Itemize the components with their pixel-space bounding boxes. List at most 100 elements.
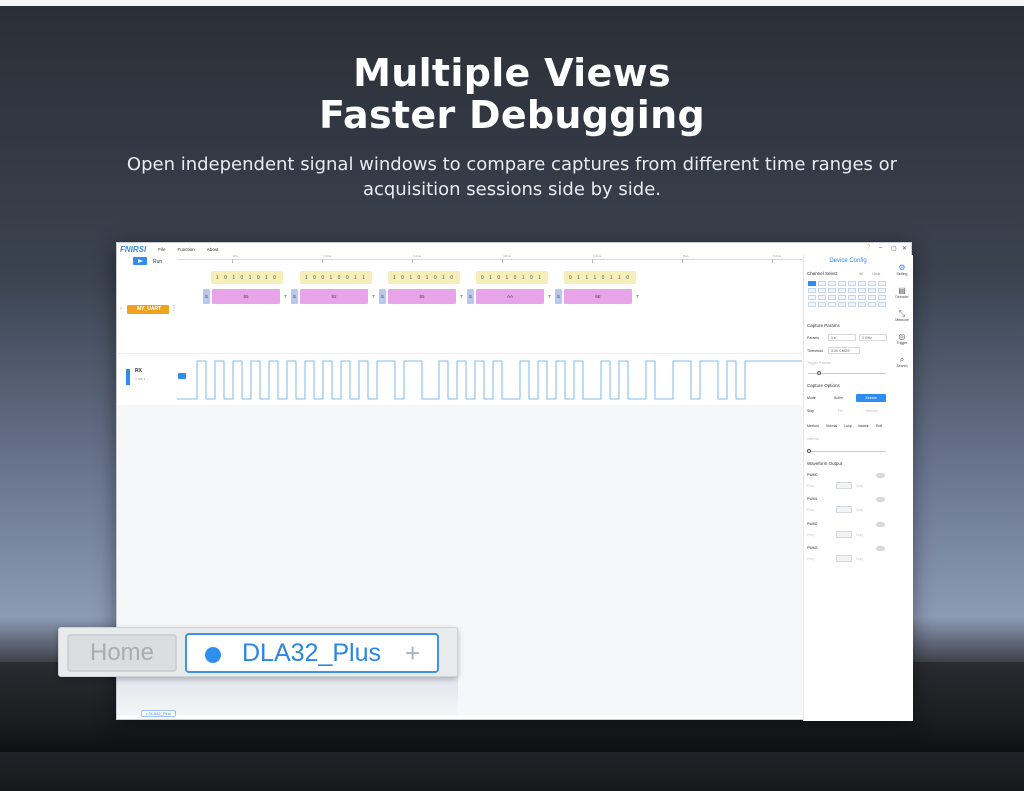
tool-measure[interactable]: ⤡ Measure: [891, 309, 913, 322]
channel-cell[interactable]: [838, 281, 846, 286]
ruler-label: 3.2ms: [413, 254, 422, 258]
channel-cell[interactable]: [848, 288, 856, 293]
pwm2-freq-input[interactable]: [836, 531, 852, 538]
pwm3-freq-input[interactable]: [836, 555, 852, 562]
pwm3-toggle[interactable]: [876, 546, 885, 551]
bit-group: 0 1 0 1 0 1 0 1: [476, 271, 548, 284]
channel-cell[interactable]: [838, 295, 846, 300]
channel-cell[interactable]: [878, 281, 886, 286]
mode-buffer-option[interactable]: Buffer: [834, 396, 843, 400]
channel-cell[interactable]: [868, 302, 876, 307]
channel-cell[interactable]: [858, 288, 866, 293]
bit-group: 1 0 0 1 0 0 1 1: [300, 271, 372, 284]
pwm0-toggle[interactable]: [876, 473, 885, 478]
channel-cell[interactable]: [878, 295, 886, 300]
trigger-position-slider[interactable]: [808, 371, 886, 375]
channel-cell[interactable]: [818, 281, 826, 286]
pwm2-toggle[interactable]: [876, 522, 885, 527]
search-icon: ⌕: [899, 355, 905, 364]
slider-knob[interactable]: [807, 449, 811, 453]
slider-knob[interactable]: [817, 371, 821, 375]
frame-data: AA: [476, 289, 544, 304]
more-options-icon[interactable]: ⋮: [171, 305, 177, 312]
method-normal[interactable]: Normal: [826, 424, 837, 428]
channel-cell[interactable]: [838, 302, 846, 307]
add-tab-icon[interactable]: +: [405, 635, 420, 671]
channel-cell[interactable]: [878, 288, 886, 293]
channel-cell[interactable]: [848, 281, 856, 286]
channel-cell[interactable]: [858, 281, 866, 286]
pwm3-duty-label: Duty: [856, 557, 864, 561]
ruler-label: 6.4ms: [593, 254, 602, 258]
frame-stop: T: [548, 294, 551, 299]
pwm1-freq-input[interactable]: [836, 506, 852, 513]
channel-cell[interactable]: [808, 295, 816, 300]
decoder-bits-row: 1 0 1 0 1 0 1 0 1 0 0 1 0 0 1 1 1 0 1 0 …: [117, 271, 817, 285]
mode-stream-option[interactable]: Stream: [856, 394, 886, 402]
channel-cell[interactable]: [848, 295, 856, 300]
stop-fill-option[interactable]: Fill: [838, 409, 842, 413]
tool-search[interactable]: ⌕ Search: [891, 355, 913, 368]
interval-slider[interactable]: [807, 449, 886, 453]
stop-label: Stop: [807, 409, 815, 413]
channel-select-label: Channel Select: [807, 271, 838, 276]
channel-cell[interactable]: [858, 295, 866, 300]
page-top-band: [0, 0, 1024, 6]
pwm0-freq-input[interactable]: [836, 482, 852, 489]
tool-trigger[interactable]: ◎ Trigger: [891, 332, 913, 345]
tab-home[interactable]: Home: [67, 634, 177, 672]
method-loop[interactable]: Loop: [844, 424, 852, 428]
frame-start: S: [555, 289, 562, 304]
channel-cell[interactable]: [878, 302, 886, 307]
close-icon[interactable]: ✕: [902, 245, 907, 252]
params-time-select[interactable]: 1 s: [828, 334, 856, 341]
menu-about[interactable]: About: [207, 247, 219, 252]
channel-cell[interactable]: [848, 302, 856, 307]
channel-cell[interactable]: [808, 288, 816, 293]
menu-file[interactable]: File: [158, 247, 165, 252]
run-button[interactable]: [133, 257, 147, 265]
decoder-tag[interactable]: MY_UART: [127, 305, 169, 314]
channel-cell[interactable]: [868, 288, 876, 293]
channel-cell[interactable]: [818, 288, 826, 293]
pwm1-toggle[interactable]: [876, 497, 885, 502]
channel-cell[interactable]: [828, 295, 836, 300]
tab-dla32-plus[interactable]: DLA32_Plus +: [185, 633, 439, 673]
select-all-button[interactable]: All: [859, 272, 863, 276]
channel-cell[interactable]: [838, 288, 846, 293]
collapse-arrow-icon[interactable]: ‹: [120, 306, 122, 312]
channel-cell[interactable]: [828, 302, 836, 307]
params-rate-select[interactable]: 1 GHz: [859, 334, 887, 341]
channel-cell[interactable]: [858, 302, 866, 307]
minimize-icon[interactable]: –: [879, 245, 882, 251]
menu-function[interactable]: Function: [178, 247, 195, 252]
channel-cell[interactable]: [868, 281, 876, 286]
channel-cell[interactable]: [868, 295, 876, 300]
clear-button[interactable]: Clear: [872, 272, 880, 276]
help-icon[interactable]: ?: [867, 245, 870, 251]
params-label: Params: [807, 336, 820, 340]
method-roll[interactable]: Roll: [876, 424, 882, 428]
threshold-label: Threshold: [807, 349, 823, 353]
run-label: Run: [153, 259, 163, 265]
tool-label: Decoder: [895, 295, 909, 299]
stop-manual-option[interactable]: Manual: [866, 409, 877, 413]
maximize-icon[interactable]: ▢: [891, 245, 897, 252]
channel-cell[interactable]: [828, 288, 836, 293]
channel-cell[interactable]: [818, 302, 826, 307]
gear-icon: ⚙: [898, 263, 906, 272]
tool-setting[interactable]: ⚙ Setting: [891, 263, 913, 276]
channel-settings[interactable]: 1 ms 1 ↓: [135, 377, 148, 381]
channel-cell[interactable]: [808, 302, 816, 307]
tool-decoder[interactable]: ▤ Decoder: [891, 286, 913, 299]
threshold-select[interactable]: 3.3V CMOS: [828, 347, 860, 354]
method-instant[interactable]: Instant: [858, 424, 869, 428]
ruler-label: 9.6ms: [773, 254, 782, 258]
pwm2-duty-label: Duty: [856, 533, 864, 537]
channel-cell[interactable]: [828, 281, 836, 286]
pwm2-label: PWM2: [807, 522, 818, 526]
channel-cell[interactable]: [818, 295, 826, 300]
pwm1-duty-label: Duty: [856, 508, 864, 512]
pwm0-freq-label: Freq: [807, 484, 815, 488]
channel-cell[interactable]: [808, 281, 816, 286]
